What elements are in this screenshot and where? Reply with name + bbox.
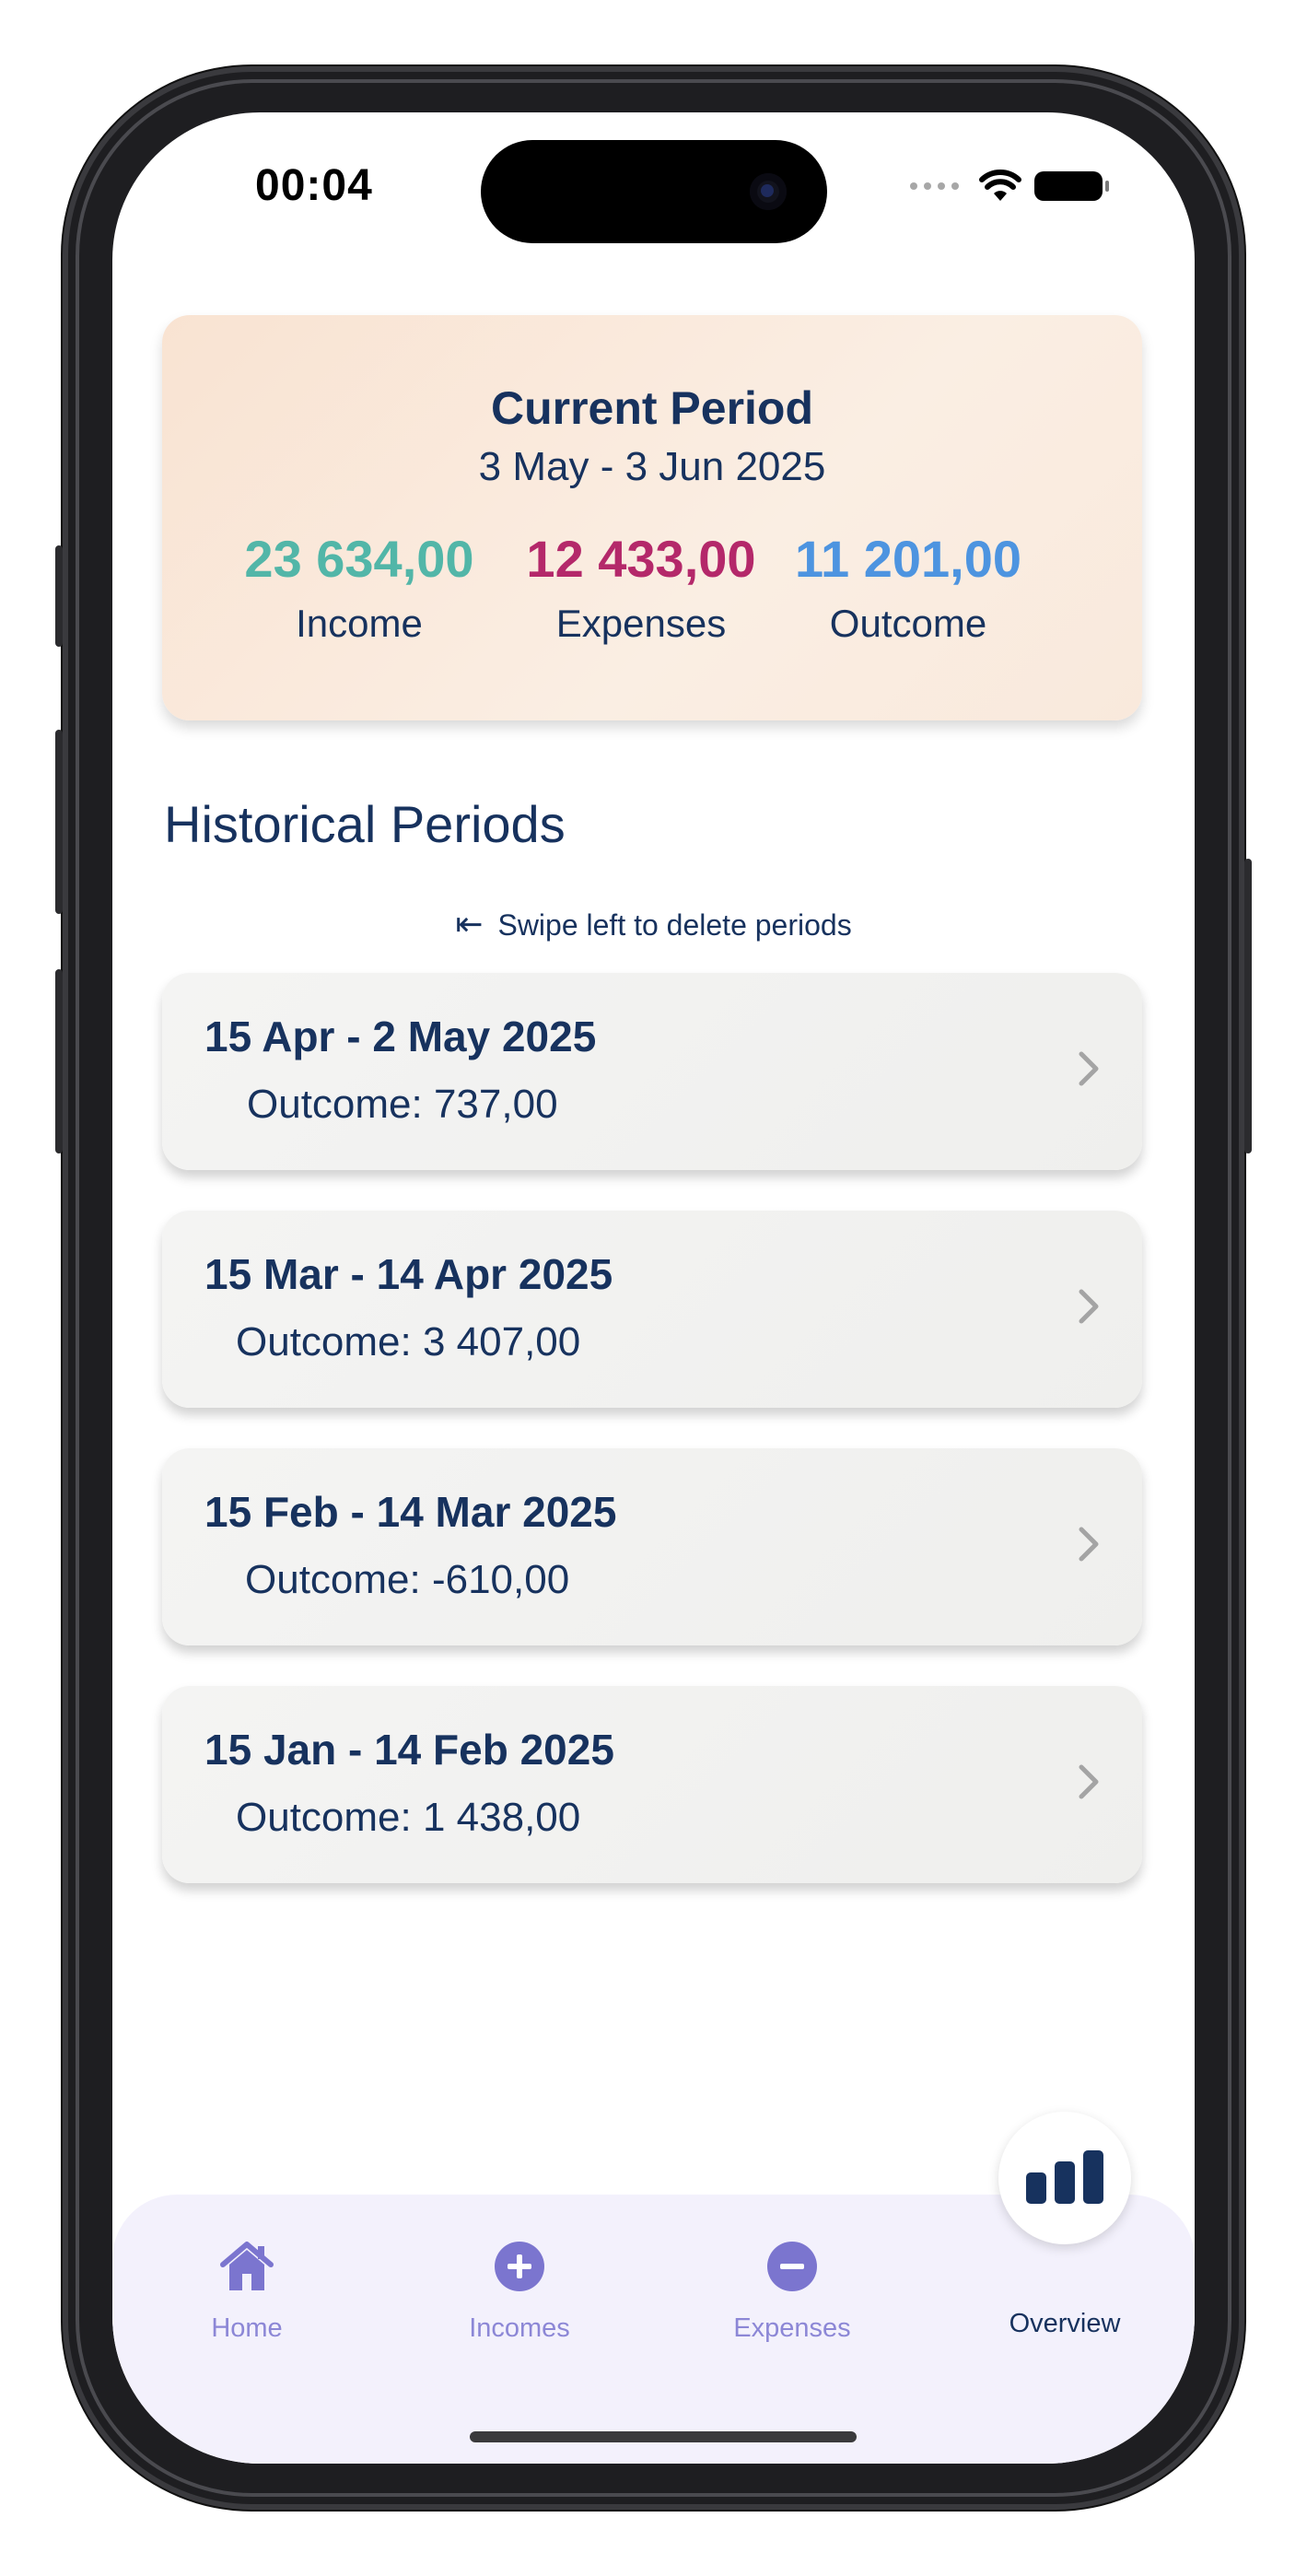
chevron-right-icon — [1079, 1764, 1099, 1799]
tab-expenses-label: Expenses — [733, 2313, 851, 2343]
income-stat: 23 634,00 Income — [221, 529, 497, 646]
dynamic-island — [481, 140, 827, 243]
chevron-right-icon — [1079, 1289, 1099, 1324]
income-label: Income — [296, 602, 423, 645]
period-outcome: Outcome: 737,00 — [247, 1082, 558, 1127]
current-period-card[interactable]: Current Period 3 May - 3 Jun 2025 23 634… — [162, 315, 1142, 720]
tab-home[interactable]: Home — [164, 2237, 330, 2344]
period-range: 15 Mar - 14 Apr 2025 — [204, 1250, 613, 1298]
signal-icon — [910, 182, 959, 190]
wifi-icon — [979, 170, 1021, 201]
status-icons — [910, 170, 1109, 203]
tab-expenses[interactable]: Expenses — [709, 2237, 875, 2344]
period-outcome: Outcome: -610,00 — [245, 1557, 570, 1602]
period-row[interactable]: 15 Apr - 2 May 2025 Outcome: 737,00 — [162, 973, 1142, 1170]
app-screen: 00:04 Current Period 3 May - 3 Jun 2025 … — [112, 112, 1195, 2464]
period-row[interactable]: 15 Mar - 14 Apr 2025 Outcome: 3 407,00 — [162, 1211, 1142, 1408]
historical-periods-heading: Historical Periods — [164, 795, 566, 853]
minus-circle-icon — [767, 2242, 817, 2291]
volume-down-button — [55, 969, 63, 1153]
expenses-value: 12 433,00 — [526, 530, 756, 588]
current-period-title: Current Period — [490, 382, 814, 434]
expenses-label: Expenses — [555, 602, 727, 645]
status-time: 00:04 — [255, 161, 373, 210]
period-row[interactable]: 15 Jan - 14 Feb 2025 Outcome: 1 438,00 — [162, 1686, 1142, 1883]
plus-circle-icon — [495, 2242, 544, 2291]
silent-switch — [55, 545, 63, 647]
outcome-stat: 11 201,00 Outcome — [770, 529, 1046, 646]
chevron-right-icon — [1079, 1051, 1099, 1086]
period-row[interactable]: 15 Feb - 14 Mar 2025 Outcome: -610,00 — [162, 1448, 1142, 1645]
chevron-right-icon — [1079, 1527, 1099, 1562]
swipe-hint-text: Swipe left to delete periods — [497, 908, 852, 942]
tab-overview[interactable]: Overview — [982, 2237, 1148, 2339]
volume-up-button — [55, 730, 63, 914]
power-button — [1244, 859, 1252, 1153]
arrow-left-to-bar-icon: ⇤ — [455, 905, 484, 943]
period-range: 15 Feb - 14 Mar 2025 — [204, 1488, 617, 1536]
period-range: 15 Jan - 14 Feb 2025 — [204, 1726, 614, 1774]
home-indicator[interactable] — [470, 2431, 857, 2442]
overview-tab-bubble[interactable] — [998, 2112, 1131, 2244]
outcome-value: 11 201,00 — [794, 530, 1022, 588]
outcome-label: Outcome — [829, 602, 987, 645]
tab-overview-label: Overview — [1009, 2309, 1121, 2338]
income-value: 23 634,00 — [244, 530, 474, 588]
tab-incomes-label: Incomes — [469, 2313, 570, 2343]
camera-icon — [750, 173, 787, 210]
period-outcome: Outcome: 3 407,00 — [236, 1319, 581, 1364]
tab-home-label: Home — [211, 2313, 283, 2343]
period-range: 15 Apr - 2 May 2025 — [204, 1013, 597, 1060]
expenses-stat: 12 433,00 Expenses — [503, 529, 779, 646]
tab-incomes[interactable]: Incomes — [437, 2237, 602, 2344]
current-period-range: 3 May - 3 Jun 2025 — [478, 444, 826, 489]
battery-icon — [1034, 171, 1109, 201]
swipe-hint: ⇤ Swipe left to delete periods — [112, 905, 1195, 943]
period-outcome: Outcome: 1 438,00 — [236, 1795, 581, 1840]
house-icon — [220, 2242, 274, 2290]
